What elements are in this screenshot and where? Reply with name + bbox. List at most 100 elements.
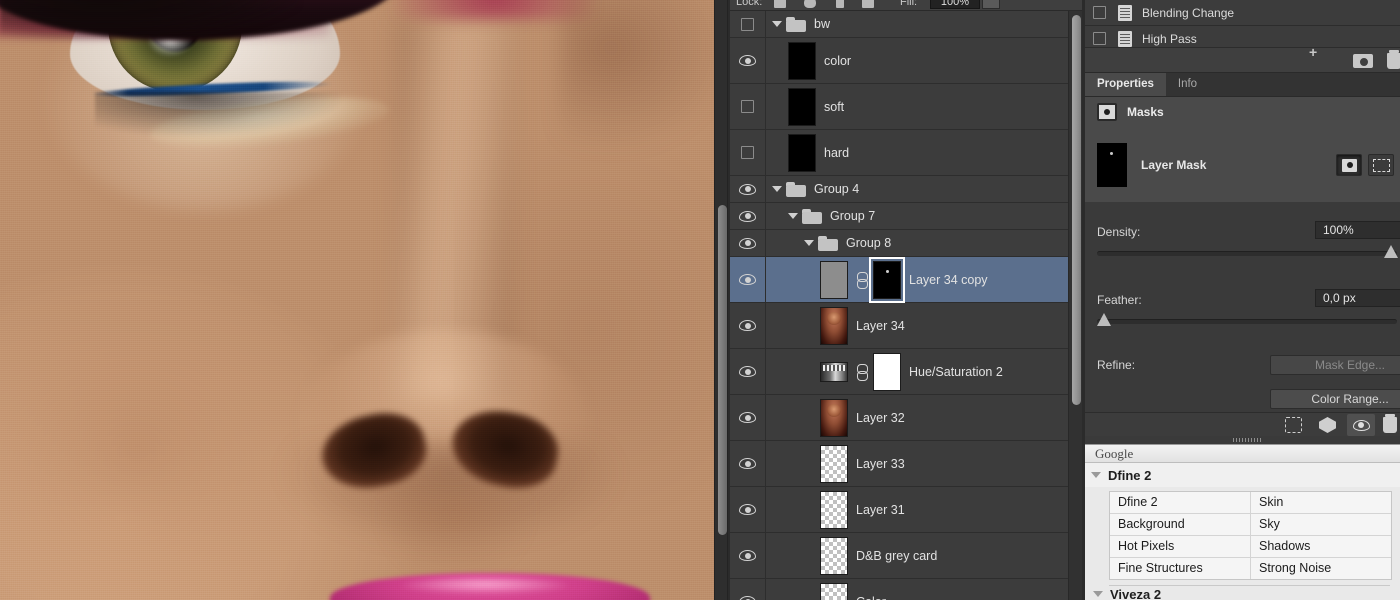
eye-icon[interactable]	[739, 210, 756, 222]
layer-visibility-cell[interactable]	[730, 533, 766, 578]
layer-content-cell[interactable]: Layer 33	[766, 441, 1068, 486]
layer-visibility-cell[interactable]	[730, 176, 766, 202]
nik-preset-cell[interactable]: Strong Noise	[1251, 558, 1391, 579]
link-mask-icon[interactable]	[856, 271, 868, 289]
tab-properties[interactable]: Properties	[1085, 73, 1166, 96]
layer-row[interactable]: Layer 34 copy	[730, 256, 1068, 303]
nik-preset-row[interactable]: Background Sky	[1110, 514, 1391, 536]
layers-scroll-thumb[interactable]	[1072, 15, 1081, 405]
layer-row[interactable]: Layer 33	[730, 441, 1068, 487]
nik-section-header[interactable]: Dfine 2	[1085, 463, 1400, 487]
layer-row[interactable]: Color	[730, 579, 1068, 600]
nik-preset-cell[interactable]: Dfine 2	[1110, 492, 1251, 513]
properties-tab-bar[interactable]: Properties Info	[1085, 73, 1400, 97]
lock-image-pixels-icon[interactable]	[804, 0, 816, 8]
layer-row[interactable]: color	[730, 38, 1068, 84]
lock-transparent-pixels-icon[interactable]	[774, 0, 786, 8]
disclosure-triangle-icon[interactable]	[804, 240, 814, 246]
layer-content-cell[interactable]: D&B grey card	[766, 533, 1068, 578]
eye-icon[interactable]	[739, 412, 756, 423]
lock-all-icon[interactable]	[862, 0, 874, 8]
layer-content-cell[interactable]: Group 8	[766, 230, 1068, 256]
layer-mask-thumbnail[interactable]	[1097, 142, 1127, 187]
layer-content-cell[interactable]: Color	[766, 579, 1068, 600]
layer-content-cell[interactable]: Group 7	[766, 203, 1068, 229]
layer-content-cell[interactable]: color	[766, 38, 1068, 83]
feather-value-input[interactable]: 0,0 px	[1315, 289, 1400, 307]
nik-preset-cell[interactable]: Sky	[1251, 514, 1391, 535]
visibility-off-icon[interactable]	[741, 100, 754, 113]
layer-thumbnail[interactable]	[788, 41, 816, 80]
layer-content-cell[interactable]: Layer 34 copy	[766, 256, 1068, 303]
canvas-scroll-thumb[interactable]	[718, 205, 727, 535]
layer-content-cell[interactable]: soft	[766, 84, 1068, 129]
nik-preset-row[interactable]: Dfine 2 Skin	[1110, 492, 1391, 514]
layer-visibility-cell[interactable]	[730, 257, 766, 302]
layer-content-cell[interactable]: bw	[766, 11, 1068, 37]
density-value-input[interactable]: 100%	[1315, 221, 1400, 239]
eye-icon[interactable]	[739, 183, 756, 195]
adjustment-layer-thumbnail[interactable]	[820, 361, 848, 382]
tab-info[interactable]: Info	[1165, 73, 1210, 96]
image-canvas[interactable]	[0, 0, 714, 600]
layer-content-cell[interactable]: hard	[766, 130, 1068, 175]
layer-thumbnail[interactable]	[820, 398, 848, 437]
mask-edge-button[interactable]: Mask Edge...	[1270, 355, 1400, 375]
layer-visibility-cell[interactable]	[730, 579, 766, 600]
nik-preset-cell[interactable]: Hot Pixels	[1110, 536, 1251, 557]
layer-thumbnail[interactable]	[820, 536, 848, 575]
eye-icon[interactable]	[739, 366, 756, 377]
color-range-button[interactable]: Color Range...	[1270, 389, 1400, 409]
layer-thumbnail[interactable]	[820, 306, 848, 345]
layer-thumbnail[interactable]	[820, 444, 848, 483]
layer-row[interactable]: Layer 34	[730, 303, 1068, 349]
layer-content-cell[interactable]: Layer 34	[766, 303, 1068, 348]
fill-value-input[interactable]: 100%	[930, 0, 980, 9]
toggle-mask-visibility-button[interactable]	[1347, 414, 1375, 436]
nik-preset-cell[interactable]: Background	[1110, 514, 1251, 535]
layer-thumbnail[interactable]	[820, 260, 848, 299]
layers-vertical-scrollbar[interactable]	[1068, 11, 1082, 600]
layer-visibility-cell[interactable]	[730, 349, 766, 394]
disclosure-triangle-icon[interactable]	[772, 21, 782, 27]
vector-mask-button[interactable]	[1368, 153, 1394, 176]
layer-row[interactable]: Hue/Saturation 2	[730, 349, 1068, 395]
layer-thumbnail[interactable]	[820, 490, 848, 529]
layer-visibility-cell[interactable]	[730, 395, 766, 440]
pixel-mask-button[interactable]	[1336, 153, 1362, 176]
history-panel-list[interactable]: Blending Change High Pass	[1085, 0, 1400, 52]
delete-state-icon[interactable]	[1387, 50, 1400, 69]
layer-visibility-cell[interactable]	[730, 11, 766, 37]
layer-group-row[interactable]: Group 7	[730, 203, 1068, 230]
history-state-row[interactable]: Blending Change	[1085, 0, 1400, 26]
layer-visibility-cell[interactable]	[730, 303, 766, 348]
layer-visibility-cell[interactable]	[730, 441, 766, 486]
layer-mask-thumbnail[interactable]	[869, 256, 905, 303]
eye-icon[interactable]	[739, 55, 756, 66]
chevron-down-icon-2[interactable]	[1093, 591, 1103, 597]
load-selection-from-mask-icon[interactable]	[1285, 417, 1302, 433]
nik-next-section-header[interactable]: Viveza 2	[1093, 588, 1393, 600]
layer-row[interactable]: hard	[730, 130, 1068, 176]
delete-mask-icon[interactable]	[1383, 414, 1397, 433]
canvas-vertical-scrollbar[interactable]	[714, 0, 728, 600]
eye-icon[interactable]	[739, 504, 756, 515]
eye-icon[interactable]	[739, 458, 756, 469]
lock-position-icon[interactable]	[836, 0, 844, 8]
eye-icon[interactable]	[739, 550, 756, 561]
fill-stepper[interactable]	[982, 0, 1000, 9]
disclosure-triangle-icon[interactable]	[772, 186, 782, 192]
layer-mask-thumbnail[interactable]	[873, 352, 901, 391]
feather-slider-track[interactable]	[1097, 319, 1397, 324]
nik-preset-cell[interactable]: Shadows	[1251, 536, 1391, 557]
layer-group-row[interactable]: bw	[730, 11, 1068, 38]
layer-thumbnail[interactable]	[788, 87, 816, 126]
layer-content-cell[interactable]: Layer 32	[766, 395, 1068, 440]
chevron-down-icon[interactable]	[1091, 472, 1101, 478]
eye-icon[interactable]	[739, 237, 756, 249]
eye-icon[interactable]	[739, 320, 756, 331]
layer-content-cell[interactable]: Group 4	[766, 176, 1068, 202]
layer-group-row[interactable]: Group 8	[730, 230, 1068, 257]
disclosure-triangle-icon[interactable]	[788, 213, 798, 219]
layer-row[interactable]: D&B grey card	[730, 533, 1068, 579]
